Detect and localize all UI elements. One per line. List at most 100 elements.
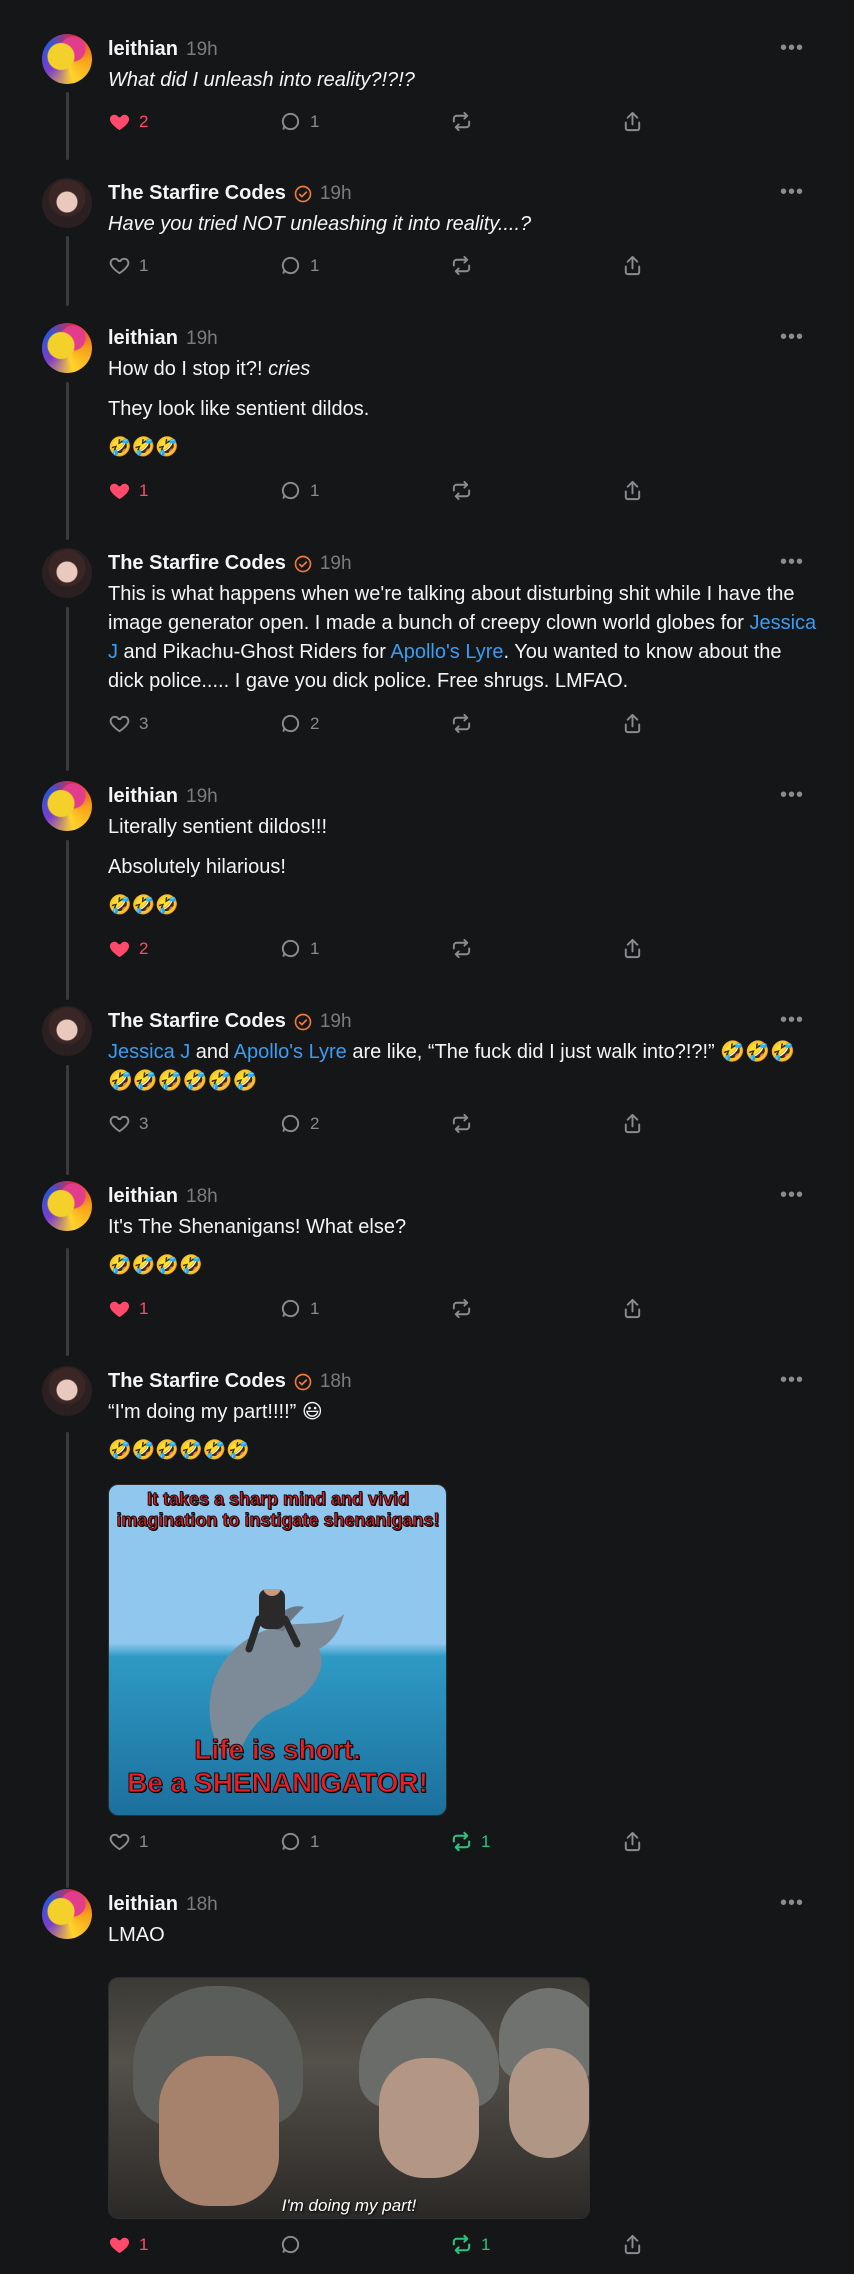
avatar[interactable] (42, 178, 92, 228)
avatar[interactable] (42, 781, 92, 831)
timestamp[interactable]: 19h (186, 786, 218, 808)
username[interactable]: The Starfire Codes (108, 182, 286, 205)
share-button[interactable] (621, 712, 792, 735)
timestamp[interactable]: 18h (320, 1371, 352, 1393)
more-icon[interactable]: ••• (780, 1185, 804, 1205)
like-button[interactable]: 2 (108, 937, 279, 960)
post-header: leithian 19h (108, 785, 218, 808)
repost-icon (452, 938, 471, 959)
like-button[interactable]: 1 (108, 2233, 279, 2256)
verified-icon (294, 1373, 312, 1390)
timestamp[interactable]: 19h (320, 553, 352, 575)
more-icon[interactable]: ••• (780, 1370, 804, 1390)
mention-link[interactable]: Apollo's Lyre (234, 1041, 347, 1063)
more-icon[interactable]: ••• (780, 1010, 804, 1030)
like-button[interactable]: 1 (108, 1297, 279, 1320)
reply-button[interactable]: 1 (279, 937, 450, 960)
mention-link[interactable]: Apollo's Lyre (390, 641, 503, 663)
avatar[interactable] (42, 1366, 92, 1416)
reply-button[interactable]: 1 (279, 1830, 450, 1853)
more-icon[interactable]: ••• (780, 182, 804, 202)
action-bar: 1 1 1 (108, 1830, 792, 1853)
post-text: What did I unleash into reality?!?!? (108, 69, 415, 91)
username[interactable]: The Starfire Codes (108, 1370, 286, 1393)
more-icon[interactable]: ••• (780, 327, 804, 347)
reply-button[interactable]: 1 (279, 1297, 450, 1320)
repost-button[interactable]: 1 (450, 1830, 621, 1853)
action-bar: 1 1 (108, 2233, 792, 2256)
timestamp[interactable]: 19h (320, 1011, 352, 1033)
repost-button[interactable] (450, 110, 621, 133)
repost-button[interactable] (450, 1297, 621, 1320)
reply-icon (281, 939, 300, 958)
like-button[interactable]: 3 (108, 712, 279, 735)
repost-button[interactable] (450, 1112, 621, 1135)
timestamp[interactable]: 19h (186, 328, 218, 350)
meme-image[interactable]: It takes a sharp mind and vivid imaginat… (108, 1484, 447, 1816)
like-count: 3 (139, 713, 149, 733)
username[interactable]: leithian (108, 1185, 178, 1208)
heart-icon (109, 715, 130, 733)
reply-icon (281, 1299, 300, 1318)
avatar[interactable] (42, 1889, 92, 1939)
share-button[interactable] (621, 110, 792, 133)
reply-button[interactable] (279, 2233, 450, 2256)
share-button[interactable] (621, 937, 792, 960)
repost-button[interactable] (450, 254, 621, 277)
username[interactable]: leithian (108, 1893, 178, 1916)
timestamp[interactable]: 19h (186, 39, 218, 61)
share-button[interactable] (621, 1112, 792, 1135)
thread-line (66, 1248, 69, 1356)
share-button[interactable] (621, 254, 792, 277)
timestamp[interactable]: 18h (186, 1894, 218, 1916)
action-bar: 3 2 (108, 1112, 792, 1135)
username[interactable]: leithian (108, 785, 178, 808)
reply-button[interactable]: 2 (279, 1112, 450, 1135)
like-button[interactable]: 3 (108, 1112, 279, 1135)
more-icon[interactable]: ••• (780, 785, 804, 805)
repost-icon (452, 1831, 471, 1852)
avatar[interactable] (42, 1006, 92, 1056)
post-header: The Starfire Codes 19h (108, 1010, 352, 1033)
share-button[interactable] (621, 1830, 792, 1853)
like-count: 2 (139, 111, 149, 131)
timestamp[interactable]: 18h (186, 1186, 218, 1208)
username[interactable]: leithian (108, 327, 178, 350)
repost-button[interactable]: 1 (450, 2233, 621, 2256)
gif-image[interactable]: I'm doing my part! (108, 1977, 590, 2219)
reply-button[interactable]: 1 (279, 110, 450, 133)
share-button[interactable] (621, 2233, 792, 2256)
reply-button[interactable]: 1 (279, 479, 450, 502)
reply-icon (281, 1114, 300, 1133)
more-icon[interactable]: ••• (780, 1893, 804, 1913)
repost-button[interactable] (450, 937, 621, 960)
avatar[interactable] (42, 1181, 92, 1231)
reply-icon (281, 2235, 300, 2254)
reply-button[interactable]: 1 (279, 254, 450, 277)
more-icon[interactable]: ••• (780, 552, 804, 572)
username[interactable]: leithian (108, 38, 178, 61)
share-button[interactable] (621, 1297, 792, 1320)
share-button[interactable] (621, 479, 792, 502)
mention-link[interactable]: Jessica J (108, 1041, 190, 1063)
like-button[interactable]: 1 (108, 254, 279, 277)
reply-icon (281, 112, 300, 131)
avatar[interactable] (42, 548, 92, 598)
repost-icon (452, 713, 471, 734)
reply-button[interactable]: 2 (279, 712, 450, 735)
heart-icon (109, 941, 130, 958)
username[interactable]: The Starfire Codes (108, 552, 286, 575)
like-button[interactable]: 1 (108, 479, 279, 502)
share-icon (624, 1298, 641, 1319)
avatar[interactable] (42, 323, 92, 373)
post-text: Jessica J and Apollo's Lyre are like, “T… (108, 1041, 795, 1092)
thread-line (66, 1065, 69, 1175)
like-button[interactable]: 1 (108, 1830, 279, 1853)
avatar[interactable] (42, 34, 92, 84)
repost-button[interactable] (450, 712, 621, 735)
repost-button[interactable] (450, 479, 621, 502)
like-button[interactable]: 2 (108, 110, 279, 133)
timestamp[interactable]: 19h (320, 183, 352, 205)
username[interactable]: The Starfire Codes (108, 1010, 286, 1033)
more-icon[interactable]: ••• (780, 38, 804, 58)
